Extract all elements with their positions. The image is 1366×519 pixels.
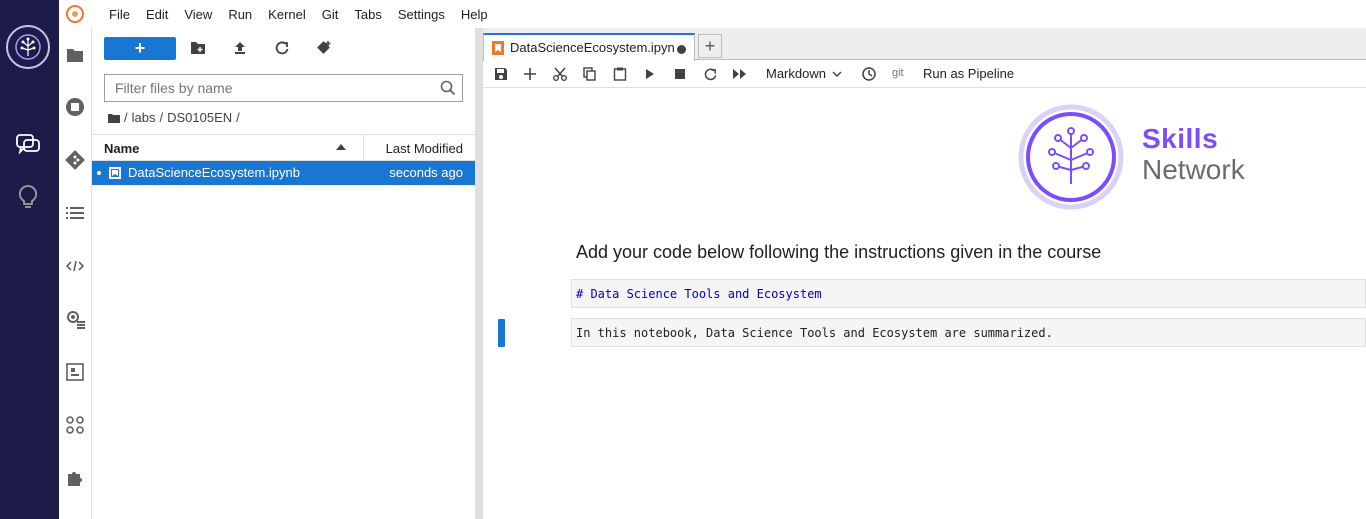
file-modified: seconds ago [389, 165, 463, 180]
menu-git[interactable]: Git [314, 7, 347, 22]
cell-type-dropdown[interactable]: Markdown [766, 66, 842, 81]
breadcrumb-labs[interactable]: labs [132, 110, 156, 125]
skills-network-rail-logo[interactable] [6, 25, 50, 69]
git-label[interactable]: git [892, 67, 904, 79]
extensions-nodes-icon[interactable] [64, 414, 86, 436]
column-name-header[interactable]: Name [104, 141, 139, 156]
skills-network-logo-text-network: Network [1142, 154, 1245, 185]
main-area: DataScienceEcosystem.ipyn + Markdown git… [483, 28, 1366, 519]
git-clone-icon[interactable] [314, 38, 334, 58]
file-name: DataScienceEcosystem.ipynb [128, 165, 300, 180]
code-icon[interactable] [64, 255, 86, 277]
skills-network-logo-text-skills: Skills [1142, 123, 1219, 154]
upload-icon[interactable] [230, 38, 250, 58]
menubar: File Edit View Run Kernel Git Tabs Setti… [59, 0, 1366, 28]
property-inspector-icon[interactable] [64, 308, 86, 330]
active-cell-indicator[interactable] [498, 319, 505, 347]
column-divider[interactable] [363, 135, 364, 161]
cut-icon[interactable] [550, 64, 570, 84]
jupyter-logo-icon [66, 5, 84, 23]
chat-icon[interactable] [14, 131, 42, 159]
unsaved-indicator-icon[interactable] [677, 45, 686, 54]
notebook-toolbar: Markdown git Run as Pipeline [483, 60, 1366, 88]
refresh-icon[interactable] [272, 38, 292, 58]
breadcrumb: / labs / DS0105EN / [108, 110, 240, 125]
add-tab-button[interactable]: + [698, 34, 722, 58]
breadcrumb-sep: / [236, 110, 240, 125]
component-catalog-icon[interactable] [64, 361, 86, 383]
filter-files-box [104, 74, 463, 102]
chevron-down-icon [832, 71, 842, 77]
tab-bar: DataScienceEcosystem.ipyn + [483, 28, 1366, 61]
table-of-contents-icon[interactable] [64, 202, 86, 224]
new-folder-icon[interactable] [188, 38, 208, 58]
menu-view[interactable]: View [176, 7, 220, 22]
lightbulb-icon[interactable] [14, 183, 42, 211]
sort-ascending-icon[interactable] [336, 143, 346, 151]
folder-icon[interactable] [108, 113, 120, 123]
menu-run[interactable]: Run [220, 7, 260, 22]
left-rail [0, 0, 59, 519]
insert-cell-icon[interactable] [520, 64, 540, 84]
menu-help[interactable]: Help [453, 7, 496, 22]
breadcrumb-sep: / [159, 110, 164, 125]
column-last-modified-header[interactable]: Last Modified [386, 141, 463, 156]
copy-icon[interactable] [580, 64, 600, 84]
notebook-icon [109, 167, 121, 179]
fast-forward-icon[interactable] [730, 64, 750, 84]
skills-network-logo-icon [1018, 104, 1124, 210]
menu-edit[interactable]: Edit [138, 7, 176, 22]
notebook-cell[interactable]: # Data Science Tools and Ecosystem [571, 279, 1366, 308]
listing-header: Name Last Modified [92, 134, 475, 161]
puzzle-piece-icon[interactable] [64, 467, 86, 489]
folder-icon[interactable] [64, 44, 86, 66]
run-as-pipeline-button[interactable]: Run as Pipeline [923, 66, 1014, 81]
running-indicator [97, 171, 101, 175]
file-list-item[interactable]: DataScienceEcosystem.ipynb seconds ago [92, 161, 475, 185]
file-browser: + / labs / DS0105EN / Name Last Modified [92, 28, 475, 519]
tab-label: DataScienceEcosystem.ipyn [510, 40, 675, 55]
notebook-tab-icon [492, 41, 504, 55]
menu-file[interactable]: File [101, 7, 138, 22]
panel-splitter[interactable] [475, 28, 483, 519]
new-launcher-button[interactable]: + [104, 37, 176, 60]
notebook-cell[interactable]: In this notebook, Data Science Tools and… [571, 318, 1366, 347]
running-kernels-icon[interactable] [64, 96, 86, 118]
filter-files-input[interactable] [115, 80, 435, 96]
run-icon[interactable] [640, 64, 660, 84]
activity-bar [59, 28, 92, 519]
menu-settings[interactable]: Settings [390, 7, 453, 22]
restart-icon[interactable] [700, 64, 720, 84]
instructions-heading: Add your code below following the instru… [576, 242, 1102, 262]
breadcrumb-ds0105en[interactable]: DS0105EN [167, 110, 232, 125]
save-icon[interactable] [491, 64, 511, 84]
git-icon[interactable] [64, 149, 86, 171]
clock-icon[interactable] [859, 64, 879, 84]
file-browser-toolbar: + [92, 28, 475, 68]
menu-kernel[interactable]: Kernel [260, 7, 314, 22]
search-icon [440, 80, 456, 96]
cell-type-label: Markdown [766, 66, 826, 81]
paste-icon[interactable] [610, 64, 630, 84]
stop-icon[interactable] [670, 64, 690, 84]
tab-notebook[interactable]: DataScienceEcosystem.ipyn [483, 33, 695, 61]
menu-tabs[interactable]: Tabs [346, 7, 389, 22]
breadcrumb-sep: / [124, 110, 128, 125]
